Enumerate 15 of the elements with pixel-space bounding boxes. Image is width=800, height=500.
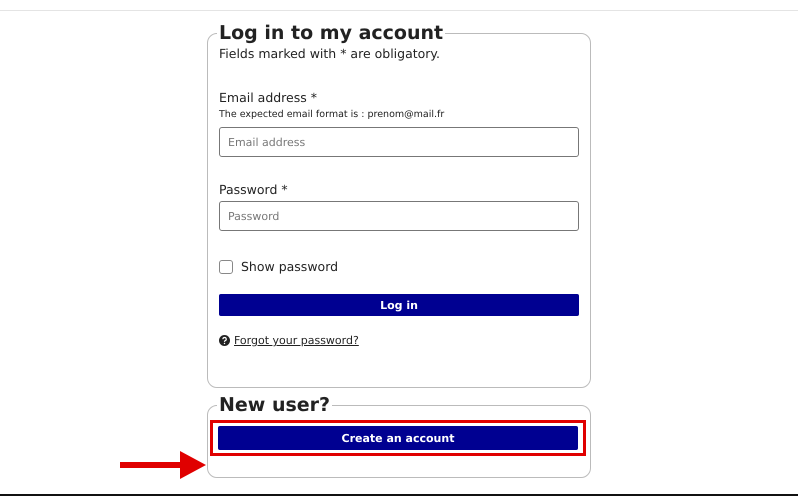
help-icon — [219, 335, 230, 346]
forgot-password-link[interactable]: Forgot your password? — [234, 334, 359, 347]
checkbox[interactable] — [219, 260, 233, 274]
input-field[interactable]: Email address — [219, 127, 579, 157]
field-label: Email address * — [219, 90, 318, 105]
create-account-button[interactable]: Create an account — [218, 426, 578, 450]
arrow-icon — [120, 450, 206, 480]
field-label: Password * — [219, 182, 289, 197]
checkbox-label[interactable]: Show password — [241, 259, 338, 274]
login-button[interactable]: Log in — [219, 294, 579, 316]
panel-title: New user? — [218, 394, 332, 416]
input-field[interactable]: Password — [219, 201, 579, 231]
panel-title: Log in to my account — [218, 22, 444, 44]
field-hint: The expected email format is : prenom@mail.fr — [219, 109, 446, 120]
required-note: Fields marked with * are obligatory. — [219, 46, 442, 61]
